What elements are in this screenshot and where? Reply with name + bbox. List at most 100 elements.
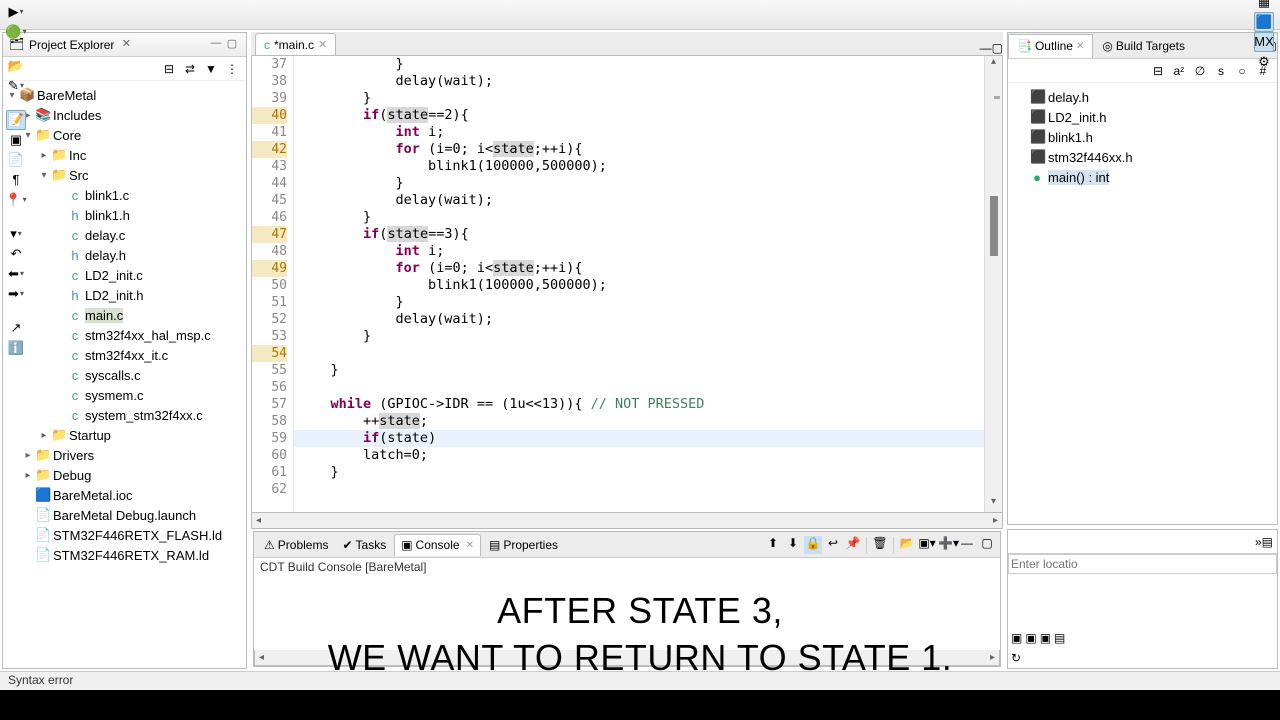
folder-inc[interactable]: ▸📁Inc [5, 145, 244, 165]
file-halmsp-c[interactable]: cstm32f4xx_hal_msp.c [5, 325, 244, 345]
tab-build-targets[interactable]: ◎ Build Targets [1093, 34, 1194, 58]
console-new-icon[interactable]: ➕▾ [938, 536, 956, 554]
console-display-icon[interactable]: ▣▾ [918, 536, 936, 554]
outline-collapse-icon[interactable]: ⊟ [1150, 63, 1166, 79]
perspective-open-icon[interactable]: ▦ [1254, 0, 1274, 12]
file-sysmem-c[interactable]: csysmem.c [5, 385, 244, 405]
gear-icon[interactable]: ⚙ [1254, 52, 1274, 72]
console-wrap-icon[interactable]: ↩ [824, 536, 842, 554]
back-icon[interactable]: ⬅ [6, 264, 26, 284]
project-tree[interactable]: ▾📦BareMetal▸📚Includes▾📁Core▸📁Inc▾📁Srccbl… [3, 81, 246, 668]
filter-icon[interactable]: ▼ [203, 61, 219, 77]
folder-src[interactable]: ▾📁Src [5, 165, 244, 185]
file-main-c[interactable]: cmain.c [5, 305, 244, 325]
folder-includes[interactable]: ▸📚Includes [5, 105, 244, 125]
link-editor-icon[interactable]: ⇄ [182, 61, 198, 77]
console-max-icon[interactable]: ▢ [978, 536, 996, 554]
file-blink1-h[interactable]: hblink1.h [5, 205, 244, 225]
file-it-c[interactable]: cstm32f4xx_it.c [5, 345, 244, 365]
file-ioc[interactable]: 🟦BareMetal.ioc [5, 485, 244, 505]
locate-input[interactable] [1008, 554, 1277, 574]
close-icon[interactable]: ✕ [318, 38, 327, 51]
outline-hide-nonpublic-icon[interactable]: ○ [1234, 63, 1250, 79]
file-system-c[interactable]: csystem_stm32f4xx.c [5, 405, 244, 425]
editor-maximize-icon[interactable]: ▢ [992, 41, 1003, 55]
forward-icon[interactable]: ➡ [6, 284, 26, 304]
code-editor[interactable]: } delay(wait); } if(state==2){ int i; fo… [294, 56, 984, 512]
file-flash-ld[interactable]: 📄STM32F446RETX_FLASH.ld [5, 525, 244, 545]
file-blink1-c[interactable]: cblink1.c [5, 185, 244, 205]
explorer-minimize-icon[interactable]: — [208, 37, 224, 53]
outline-delay-h[interactable]: ⬛delay.h [1012, 87, 1273, 107]
outline-hide-static-icon[interactable]: s [1213, 63, 1229, 79]
pin-icon[interactable]: 📍 [6, 190, 26, 210]
collapse-all-icon[interactable]: ⊟ [161, 61, 177, 77]
console-min-icon[interactable]: — [958, 536, 976, 554]
export-icon[interactable]: ↗ [6, 318, 26, 338]
tab-tasks[interactable]: ✔Tasks [336, 534, 392, 556]
outline-main-fn[interactable]: ●main() : int [1012, 167, 1273, 187]
locate-refresh-icon[interactable]: ↻ [1011, 651, 1021, 665]
explorer-maximize-icon[interactable]: ▢ [224, 37, 240, 53]
outline-stm32-h[interactable]: ⬛stm32f446xx.h [1012, 147, 1273, 167]
perspective-c-icon[interactable]: 🟦 [1254, 12, 1274, 32]
project-baremetal[interactable]: ▾📦BareMetal [5, 85, 244, 105]
console-hscrollbar[interactable]: ◂▸ [254, 650, 1000, 666]
perspective-mx-icon[interactable]: MX [1254, 32, 1274, 52]
editor-vscrollbar[interactable]: ▴ ▾ [984, 56, 1002, 512]
coverage-icon[interactable]: 🟢 [6, 22, 26, 42]
console-pin-icon[interactable]: 📌 [844, 536, 862, 554]
prev-edit-icon[interactable]: ↶ [6, 244, 26, 264]
down-arrow-icon[interactable]: ▾ [6, 224, 26, 244]
locate-toggle-icon[interactable]: »▤ [1255, 535, 1273, 549]
run-play-icon[interactable]: ▶ [6, 2, 26, 22]
folder-startup[interactable]: ▸📁Startup [5, 425, 244, 445]
console-up-icon[interactable]: ⬆ [764, 536, 782, 554]
outline-list[interactable]: ⬛delay.h⬛LD2_init.h⬛blink1.h⬛stm32f446xx… [1008, 83, 1277, 524]
folder-debug[interactable]: ▸📁Debug [5, 465, 244, 485]
locate-b1[interactable]: ▣ [1011, 631, 1022, 645]
locate-b3[interactable]: ▣ [1040, 631, 1051, 645]
console-open-icon[interactable]: 📂 [898, 536, 916, 554]
scroll-up-icon[interactable]: ▴ [985, 56, 1002, 72]
tab-properties[interactable]: ▤Properties [483, 534, 564, 556]
edit-pen-icon[interactable]: ✎ [6, 76, 26, 96]
editor-hscrollbar[interactable]: ◂▸ [251, 513, 1003, 529]
outline-hide-fields-icon[interactable]: ∅ [1192, 63, 1208, 79]
menu-icon[interactable]: ⋮ [224, 61, 240, 77]
console-down-icon[interactable]: ⬇ [784, 536, 802, 554]
locate-b2[interactable]: ▣ [1025, 631, 1036, 645]
file-syscalls-c[interactable]: csyscalls.c [5, 365, 244, 385]
file-ld2init-c[interactable]: cLD2_init.c [5, 265, 244, 285]
console-output[interactable] [254, 578, 1000, 650]
line-number-gutter[interactable]: 3738394041424344454647484950515253545556… [252, 56, 294, 512]
editor-minimize-icon[interactable]: — [980, 41, 992, 55]
doc-icon[interactable]: 📄 [6, 150, 26, 170]
folder-core[interactable]: ▾📁Core [5, 125, 244, 145]
tab-outline[interactable]: 📑 Outline ✕ [1008, 34, 1093, 58]
folder-drivers[interactable]: ▸📁Drivers [5, 445, 244, 465]
video-blackbar [0, 690, 1280, 720]
explorer-close-icon[interactable]: ✕ [118, 37, 134, 53]
outline-sort-icon[interactable]: aᶻ [1171, 63, 1187, 79]
scroll-down-icon[interactable]: ▾ [985, 496, 1002, 512]
locate-b4[interactable]: ▤ [1054, 631, 1065, 645]
outline-blink1-h[interactable]: ⬛blink1.h [1012, 127, 1273, 147]
close-icon[interactable]: ✕ [1076, 41, 1084, 52]
info-icon[interactable]: ℹ️ [6, 338, 26, 358]
block-icon[interactable]: ▣ [6, 130, 26, 150]
console-clear-icon[interactable]: 🗑 [871, 536, 889, 554]
tab-console[interactable]: ▣Console✕ [394, 534, 481, 556]
open-folder-icon[interactable]: 📂 [6, 56, 26, 76]
file-delay-h[interactable]: hdelay.h [5, 245, 244, 265]
file-launch[interactable]: 📄BareMetal Debug.launch [5, 505, 244, 525]
tab-problems[interactable]: ⚠Problems [258, 534, 334, 556]
file-delay-c[interactable]: cdelay.c [5, 225, 244, 245]
file-ld2init-h[interactable]: hLD2_init.h [5, 285, 244, 305]
outline-ld2init-h[interactable]: ⬛LD2_init.h [1012, 107, 1273, 127]
editor-tab-main-c[interactable]: c *main.c ✕ [255, 33, 336, 55]
highlight-icon[interactable]: 📝 [6, 110, 26, 130]
paragraph-icon[interactable]: ¶ [6, 170, 26, 190]
console-scrolllock-icon[interactable]: 🔒 [804, 536, 822, 554]
file-ram-ld[interactable]: 📄STM32F446RETX_RAM.ld [5, 545, 244, 565]
